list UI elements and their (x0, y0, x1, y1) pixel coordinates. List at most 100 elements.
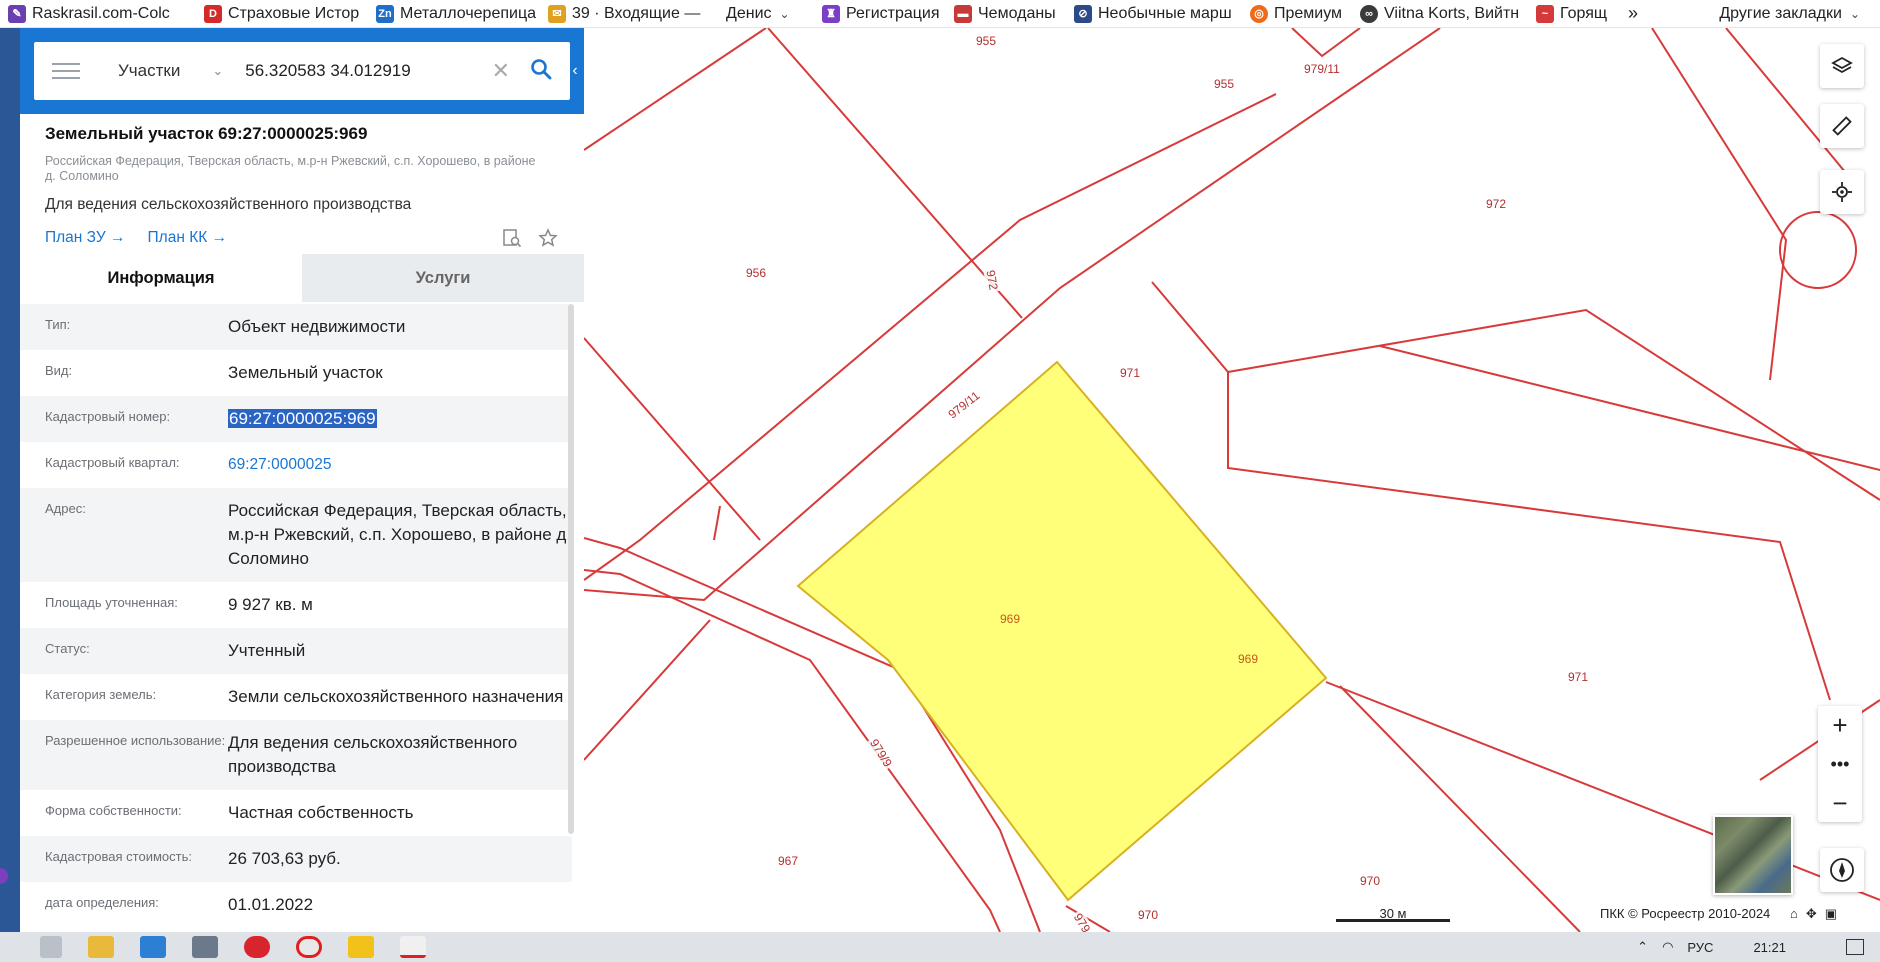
search-panel: Участки ⌄ 56.320583 34.012919 ✕ ‹ (20, 28, 584, 114)
calculator-icon[interactable] (192, 936, 218, 958)
app-icon[interactable] (348, 936, 374, 958)
os-taskbar: ⌃ ◠ РУС 21:21 (0, 932, 1880, 962)
info-row-area: Площадь уточненная: 9 927 кв. м (20, 582, 572, 628)
bookmark-folder-denis[interactable]: Денис ⌄ (718, 0, 814, 28)
search-icon[interactable] (530, 58, 552, 85)
bookmark-unusual-routes[interactable]: ⊘ Необычные марш (1066, 0, 1242, 28)
parcel-label-955[interactable]: 955 (1212, 77, 1237, 91)
object-title: Земельный участок 69:27:0000025:969 (45, 124, 368, 143)
star-icon[interactable] (537, 227, 559, 249)
bookmarks-overflow-button[interactable]: » (1620, 0, 1660, 28)
parcel-label-955[interactable]: 955 (974, 34, 999, 48)
info-value[interactable]: 69:27:0000025:969 (228, 396, 572, 442)
plan-zu-link[interactable]: План ЗУ → (45, 229, 126, 247)
compass-button[interactable] (1820, 848, 1864, 892)
crosshair-icon (1832, 182, 1852, 202)
language-indicator[interactable]: РУС (1687, 940, 1713, 955)
info-scrollbar[interactable] (568, 304, 574, 834)
parcel-label-979-11[interactable]: 979/11 (1302, 62, 1342, 76)
parcel-label-969[interactable]: 969 (1236, 652, 1260, 666)
suitcase-icon: ▬ (954, 4, 972, 23)
info-row-cadastral-cost: Кадастровая стоимость: 26 703,63 руб. (20, 836, 572, 882)
yandex-icon[interactable] (400, 936, 426, 958)
object-header: Земельный участок 69:27:0000025:969 Росс… (20, 114, 584, 250)
locate-button[interactable] (1820, 170, 1864, 214)
bookmark-insurance[interactable]: D Страховые Истор (196, 0, 368, 28)
hot-tours-icon: ~ (1536, 4, 1554, 23)
parcel-label-967[interactable]: 967 (776, 854, 801, 868)
info-key: Вид: (45, 363, 73, 378)
notification-dot (0, 868, 8, 884)
bookmark-premium[interactable]: ◎ Премиум (1242, 0, 1352, 28)
info-value: 01.01.2022 (228, 895, 314, 914)
ruler-icon (1832, 116, 1852, 136)
zoom-out-button[interactable]: − (1818, 784, 1862, 822)
os-side-strip (0, 28, 20, 932)
file-explorer-icon[interactable] (88, 936, 114, 958)
info-key: Статус: (45, 641, 90, 656)
cadastral-number-selected[interactable]: 69:27:0000025:969 (228, 409, 377, 428)
parcel-label-969[interactable]: 969 (998, 612, 1022, 626)
map-copyright: ПКК © Росреестр 2010-2024 (1600, 906, 1771, 921)
task-view-icon[interactable] (40, 936, 62, 958)
info-sidebar: Участки ⌄ 56.320583 34.012919 ✕ ‹ Земель… (20, 28, 584, 932)
info-key: Разрешенное использование: (45, 733, 226, 748)
info-row-permitted-use: Разрешенное использование: Для ведения с… (20, 720, 572, 790)
bookmark-hot-tours[interactable]: ~ Горящ (1528, 0, 1620, 28)
plan-kk-link[interactable]: План КК → (148, 229, 228, 247)
search-type-select[interactable]: Участки (118, 61, 180, 81)
cadastral-quarter-link[interactable]: 69:27:0000025 (228, 442, 572, 488)
compass-icon (1830, 858, 1854, 882)
map-mini-controls: ⌂ ✥ ▣ (1790, 906, 1837, 922)
other-bookmarks[interactable]: Другие закладки ⌄ (1711, 0, 1880, 28)
parcel-label-971[interactable]: 971 (1118, 366, 1143, 380)
chevron-down-icon[interactable]: ⌄ (212, 63, 223, 79)
info-row-kind: Вид: Земельный участок (20, 350, 572, 396)
window-icon[interactable]: ▣ (1825, 906, 1837, 922)
mail-app-icon[interactable] (140, 936, 166, 958)
home-icon[interactable]: ⌂ (1790, 906, 1798, 922)
bookmark-suitcases[interactable]: ▬ Чемоданы (946, 0, 1066, 28)
satellite-basemap-toggle[interactable] (1713, 815, 1793, 895)
search-input[interactable]: 56.320583 34.012919 (245, 61, 491, 81)
locate-icon[interactable]: ✥ (1806, 906, 1817, 922)
bookmark-metal-tile[interactable]: Zn Металлочерепица (368, 0, 540, 28)
menu-icon[interactable] (52, 63, 80, 79)
compass-icon: ⊘ (1074, 4, 1092, 23)
collapse-panel-icon[interactable]: ‹ (566, 56, 584, 86)
measure-button[interactable] (1820, 104, 1864, 148)
info-value: Объект недвижимости (228, 317, 406, 336)
bookmark-inbox[interactable]: ✉ 39 · Входящие — (540, 0, 718, 28)
bookmark-registration[interactable]: ♜ Регистрация (814, 0, 946, 28)
wifi-icon[interactable]: ◠ (1662, 939, 1673, 955)
bookmark-viitna[interactable]: ∞ Viitna Korts, Вийтн (1352, 0, 1528, 28)
mail-icon: ✉ (548, 4, 566, 23)
parcel-label-971[interactable]: 971 (1566, 670, 1591, 684)
notifications-icon[interactable] (1846, 939, 1864, 955)
tab-information[interactable]: Информация (20, 254, 302, 302)
more-options-button[interactable]: ••• (1818, 744, 1862, 784)
info-value: Учтенный (228, 641, 306, 660)
clear-icon[interactable]: ✕ (492, 58, 510, 84)
info-value: Российская Федерация, Тверская область, … (228, 501, 572, 568)
parcel-label-970[interactable]: 970 (1136, 908, 1161, 922)
yandex-browser-icon[interactable] (296, 936, 322, 958)
layers-button[interactable] (1820, 44, 1864, 88)
cadastral-map[interactable]: 955 955 979/11 956 972 972 971 979/11 96… (584, 28, 1880, 932)
chevron-up-icon[interactable]: ⌃ (1637, 939, 1648, 955)
parcel-label-970[interactable]: 970 (1358, 874, 1383, 888)
object-links: План ЗУ → План КК → (45, 226, 559, 250)
arrow-right-icon: → (211, 229, 228, 246)
parcel-label-956[interactable]: 956 (744, 266, 769, 280)
raskrasil-icon: ✎ (8, 4, 26, 23)
info-row-status: Статус: Учтенный (20, 628, 572, 674)
bookmark-raskrasil[interactable]: ✎ Raskrasil.com-Colc (0, 0, 196, 28)
clock[interactable]: 21:21 (1753, 940, 1786, 955)
parcel-label-972[interactable]: 972 (1484, 197, 1509, 211)
tab-services[interactable]: Услуги (302, 254, 584, 302)
info-row-type: Тип: Объект недвижимости (20, 304, 572, 350)
search-document-icon[interactable] (501, 227, 523, 249)
opera-icon[interactable] (244, 936, 270, 958)
info-value: Частная собственность (228, 803, 414, 822)
zoom-in-button[interactable]: + (1818, 706, 1862, 744)
